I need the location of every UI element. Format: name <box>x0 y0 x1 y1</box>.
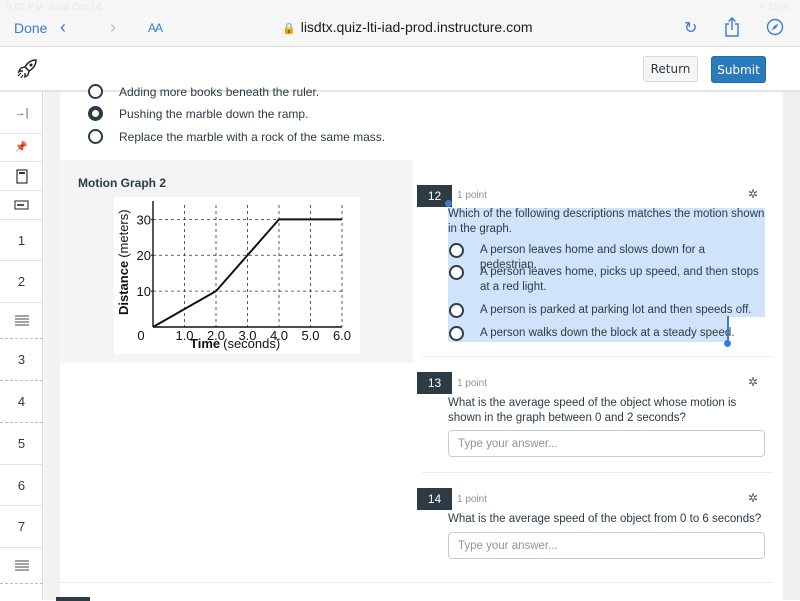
radio-button[interactable] <box>449 326 464 341</box>
collapse-icon: →| <box>15 107 29 119</box>
pin-question-icon[interactable]: ✲ <box>748 375 758 389</box>
back-icon[interactable]: ‹ <box>60 17 66 38</box>
text-size-button[interactable]: AA <box>148 21 162 35</box>
bottom-tab <box>56 597 90 601</box>
battery-status: ≈ 15% <box>760 2 788 13</box>
stimulus-icon <box>14 200 29 210</box>
y-tick-label: 10 <box>137 284 151 299</box>
question-points: 1 point <box>457 494 487 505</box>
wifi-icon: ≈ <box>760 2 766 13</box>
radio-button[interactable] <box>88 129 103 144</box>
x-axis-label: Time(seconds) <box>190 336 280 351</box>
reload-icon[interactable]: ↻ <box>684 18 697 38</box>
rail-question-4[interactable]: 4 <box>0 381 43 423</box>
submit-button[interactable]: Submit <box>711 56 766 83</box>
question-points: 1 point <box>457 190 487 201</box>
url-text: lisdtx.quiz-lti-iad-prod.instructure.com <box>301 19 533 35</box>
lines-icon <box>15 560 29 571</box>
share-icon[interactable] <box>724 17 740 42</box>
question-text: What is the average speed of the object … <box>448 396 768 426</box>
y-axis-label: Distance(meters) <box>116 209 131 315</box>
question-points: 1 point <box>457 378 487 389</box>
option-label: A person is parked at parking lot and th… <box>480 303 765 318</box>
divider <box>60 582 772 583</box>
lines-icon <box>15 315 29 326</box>
prev-option-3[interactable]: Replace the marble with a rock of the sa… <box>88 129 103 144</box>
option-label: Replace the marble with a rock of the sa… <box>119 130 385 144</box>
radio-button[interactable] <box>88 84 103 99</box>
option-label: A person walks down the block at a stead… <box>480 326 765 341</box>
question-text: What is the average speed of the object … <box>448 512 768 527</box>
x-tick-label: 6.0 <box>333 328 351 343</box>
prev-option-2[interactable]: Pushing the marble down the ramp. <box>88 106 103 121</box>
answer-input-14[interactable] <box>448 532 765 559</box>
answer-input-13[interactable] <box>448 430 765 457</box>
address-bar[interactable]: 🔒 lisdtx.quiz-lti-iad-prod.instructure.co… <box>282 19 533 35</box>
battery-text: 15% <box>768 2 788 13</box>
option-label: Pushing the marble down the ramp. <box>119 107 308 121</box>
page-icon <box>16 169 28 184</box>
date-text: Wed Oct 14 <box>49 2 102 13</box>
divider <box>422 472 772 473</box>
status-time: 9:02 PM Wed Oct 14 <box>6 2 101 13</box>
radio-button[interactable] <box>449 303 464 318</box>
prev-option-1[interactable]: Adding more books beneath the ruler. <box>88 84 103 99</box>
rail-question-7[interactable]: 7 <box>0 506 43 548</box>
return-button[interactable]: Return <box>643 56 698 82</box>
selection-end-handle[interactable] <box>724 340 731 347</box>
compass-icon[interactable] <box>766 18 784 41</box>
rail-gutter <box>44 92 60 600</box>
question-text: Which of the following descriptions matc… <box>448 207 768 237</box>
forward-icon[interactable]: › <box>110 17 116 38</box>
stimulus-title: Motion Graph 2 <box>78 176 166 190</box>
rail-question-3[interactable]: 3 <box>0 339 43 381</box>
y-tick-label: 20 <box>137 248 151 263</box>
pin-icon: 📌 <box>15 142 27 153</box>
rail-section-button[interactable] <box>0 303 43 339</box>
radio-button[interactable] <box>449 265 464 280</box>
motion-graph: 01.02.03.04.05.06.0102030 Distance(meter… <box>114 197 360 354</box>
x-tick-label: 5.0 <box>301 328 319 343</box>
y-tick-label: 30 <box>137 212 151 227</box>
rail-page-button[interactable] <box>0 162 43 191</box>
browser-toolbar: 9:02 PM Wed Oct 14 ≈ 15% Done ‹ › AA 🔒 li… <box>0 0 800 47</box>
done-button[interactable]: Done <box>14 20 47 36</box>
question-number-13: 13 <box>417 372 452 394</box>
option-label: A person leaves home, picks up speed, an… <box>480 265 765 295</box>
collapse-rail-button[interactable]: →| <box>0 92 43 134</box>
quiz-content: Adding more books beneath the ruler. Pus… <box>60 92 783 600</box>
stimulus-panel: Motion Graph 2 01.02.03.04.05.06.0102030… <box>60 160 413 363</box>
question-navigation-rail: →| 📌 1 2 3 4 5 6 7 <box>0 92 43 600</box>
question-number-14: 14 <box>417 488 452 510</box>
rocket-icon <box>16 58 38 85</box>
selection-start-handle[interactable] <box>445 200 452 207</box>
rail-question-6[interactable]: 6 <box>0 465 43 506</box>
selection-end-bar <box>727 316 729 342</box>
x-tick-label: 0 <box>137 328 144 343</box>
option-label: Adding more books beneath the ruler. <box>119 85 319 99</box>
radio-button[interactable] <box>449 243 464 258</box>
rail-question-5[interactable]: 5 <box>0 423 43 465</box>
chart-svg: 01.02.03.04.05.06.0102030 Distance(meter… <box>114 197 360 354</box>
scrollbar-track[interactable] <box>783 92 800 600</box>
divider <box>422 356 772 357</box>
time-text: 9:02 PM <box>6 2 43 13</box>
pin-question-icon[interactable]: ✲ <box>748 491 758 505</box>
rail-question-1[interactable]: 1 <box>0 220 43 261</box>
rail-section-button-2[interactable] <box>0 548 43 584</box>
lock-icon: 🔒 <box>282 23 296 35</box>
radio-button-selected[interactable] <box>88 106 103 121</box>
pinned-button[interactable]: 📌 <box>0 134 43 162</box>
rail-stimulus-button[interactable] <box>0 191 43 220</box>
rail-question-2[interactable]: 2 <box>0 261 43 303</box>
pin-question-icon[interactable]: ✲ <box>748 187 758 201</box>
